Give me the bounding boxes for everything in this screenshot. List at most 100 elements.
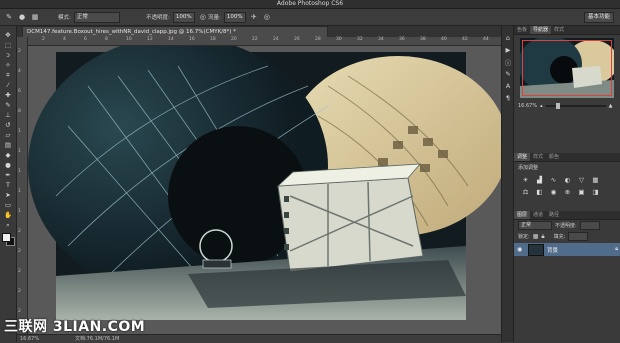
mode-select[interactable]: 正常: [73, 11, 120, 23]
flow-field[interactable]: 100%: [223, 11, 246, 23]
curves-icon[interactable]: ∿: [548, 175, 559, 185]
vertical-ruler[interactable]: 2 4 6 8 1 1 1 1 1 2 2 2 2 2: [17, 37, 28, 334]
color-swatches[interactable]: [0, 233, 16, 247]
tab-layers[interactable]: 图层: [514, 211, 531, 219]
zoom-slider-knob[interactable]: [555, 103, 560, 109]
blend-mode-select[interactable]: 正常: [518, 221, 552, 230]
tab-color[interactable]: 颜色: [546, 153, 562, 161]
move-tool-icon[interactable]: ✥: [0, 30, 16, 40]
ruler-tick-label: 14: [168, 37, 174, 42]
clone-stamp-tool-icon[interactable]: ⊥: [0, 110, 16, 120]
document-tab[interactable]: DCM147.feature.Boxout_hires_withNR_david…: [22, 26, 328, 37]
flow-label: 流量:: [208, 15, 221, 21]
marquee-tool-icon[interactable]: ⬚: [0, 40, 16, 50]
brush-panel-icon[interactable]: ▦: [30, 12, 40, 22]
tab-adjustments[interactable]: 调整: [514, 153, 531, 161]
dodge-tool-icon[interactable]: ●: [0, 160, 16, 170]
lock-label: 锁定:: [518, 234, 530, 240]
vibrance-icon[interactable]: ▽: [576, 175, 587, 185]
path-select-tool-icon[interactable]: ➤: [0, 190, 16, 200]
navigator-view-frame[interactable]: [522, 40, 612, 96]
layers-tabs: 图层 通道 路径: [514, 211, 620, 220]
ruler-tick-label: 22: [252, 37, 258, 42]
layer-row-background[interactable]: ◉ 背景 🔒︎: [514, 243, 620, 256]
history-brush-tool-icon[interactable]: ↺: [0, 120, 16, 130]
tab-styles-2[interactable]: 样式: [530, 153, 546, 161]
canvas-area[interactable]: [28, 46, 512, 334]
ruler-tick-label: 10: [126, 37, 132, 42]
ruler-tick-label: 16: [189, 37, 195, 42]
toolbox: ✥ ⬚ ↄ ✧ ⌗ ⁄ ✚ ✎ ⊥ ↺ ▱ ▤ ◆ ● ✒ T ➤ ▭ ✋ ⌕: [0, 26, 17, 342]
ruler-tick-label: 12: [147, 37, 153, 42]
zoom-in-icon[interactable]: ▲: [609, 103, 613, 109]
tab-styles[interactable]: 样式: [551, 26, 567, 34]
pressure-opacity-icon[interactable]: ◎: [198, 12, 208, 22]
shape-tool-icon[interactable]: ▭: [0, 200, 16, 210]
ruler-tick-label: 2: [18, 289, 21, 294]
tab-navigator[interactable]: 导航器: [530, 26, 552, 34]
adjustments-title: 添加调整: [518, 165, 539, 171]
layer-name[interactable]: 背景: [547, 246, 612, 254]
ruler-tick-label: 38: [420, 37, 426, 42]
opacity-field[interactable]: 100%: [172, 11, 195, 23]
foreground-color-swatch[interactable]: [2, 233, 11, 242]
navigator-zoom-row: 16.67% ▴ ▲: [514, 101, 620, 111]
hand-tool-icon[interactable]: ✋: [0, 210, 16, 220]
quick-select-tool-icon[interactable]: ✧: [0, 60, 16, 70]
navigator-zoom-slider[interactable]: [545, 103, 606, 109]
pen-tool-icon[interactable]: ✒: [0, 170, 16, 180]
pressure-size-icon[interactable]: ◎: [262, 12, 272, 22]
lock-all-icon[interactable]: 🔒︎: [541, 233, 544, 241]
color-balance-icon[interactable]: ⚖: [520, 187, 531, 197]
brush-preset-icon[interactable]: ●: [17, 12, 27, 22]
tab-paths[interactable]: 路径: [546, 211, 562, 219]
blur-tool-icon[interactable]: ◆: [0, 150, 16, 160]
ruler-tick-label: 8: [105, 37, 108, 42]
ruler-tick-label: 30: [336, 37, 342, 42]
navigator-thumbnail[interactable]: [520, 38, 614, 98]
navigator-zoom-value[interactable]: 16.67%: [518, 103, 537, 109]
ruler-tick-label: 1: [18, 209, 21, 214]
crop-tool-icon[interactable]: ⌗: [0, 70, 16, 80]
brush-tool-icon[interactable]: ✎: [4, 12, 14, 22]
ruler-tick-label: 2: [18, 309, 21, 314]
ruler-tick-label: 40: [441, 37, 447, 42]
color-lookup-icon[interactable]: ▣: [576, 187, 587, 197]
channel-mixer-icon[interactable]: ⊕: [562, 187, 573, 197]
layer-fill-field[interactable]: [568, 232, 589, 241]
exposure-icon[interactable]: ◐: [562, 175, 573, 185]
ruler-tick-label: 44: [483, 37, 489, 42]
photo-filter-icon[interactable]: ◉: [548, 187, 559, 197]
hue-saturation-icon[interactable]: ▦: [590, 175, 601, 185]
invert-icon[interactable]: ◨: [590, 187, 601, 197]
airbrush-icon[interactable]: ✈: [249, 12, 259, 22]
ruler-tick-label: 42: [462, 37, 468, 42]
tab-channels[interactable]: 通道: [530, 211, 546, 219]
levels-icon[interactable]: ▟: [534, 175, 545, 185]
eyedropper-tool-icon[interactable]: ⁄: [0, 80, 16, 90]
window-title: Adobe Photoshop CS6: [0, 0, 620, 9]
ruler-tick-label: 1: [18, 129, 21, 134]
brush-tool-icon[interactable]: ✎: [0, 100, 16, 110]
workspace-select[interactable]: 基本功能: [583, 12, 614, 23]
zoom-out-icon[interactable]: ▴: [540, 103, 543, 109]
black-white-icon[interactable]: ◧: [534, 187, 545, 197]
lock-pixels-icon[interactable]: ▦: [533, 233, 539, 240]
tab-swatches[interactable]: 色板: [514, 26, 530, 34]
lasso-tool-icon[interactable]: ↄ: [0, 50, 16, 60]
visibility-eye-icon[interactable]: ◉: [517, 246, 525, 253]
zoom-tool-icon[interactable]: ⌕: [0, 220, 16, 230]
document-image[interactable]: [28, 46, 512, 334]
ruler-tick-label: 1: [18, 169, 21, 174]
ruler-tick-label: 34: [378, 37, 384, 42]
layer-opacity-field[interactable]: [579, 221, 600, 230]
ruler-tick-label: 2: [18, 269, 21, 274]
gradient-tool-icon[interactable]: ▤: [0, 140, 16, 150]
brightness-icon[interactable]: ☀: [520, 175, 531, 185]
type-tool-icon[interactable]: T: [0, 180, 16, 190]
ruler-tick-label: 6: [84, 37, 87, 42]
eraser-tool-icon[interactable]: ▱: [0, 130, 16, 140]
horizontal-ruler[interactable]: 2 4 6 8 10 12 14 16 18 20 22 24 26 28 30 32 34 36 38 40 42 44: [28, 37, 512, 46]
healing-tool-icon[interactable]: ✚: [0, 90, 16, 100]
ruler-tick-label: 2: [18, 49, 21, 54]
